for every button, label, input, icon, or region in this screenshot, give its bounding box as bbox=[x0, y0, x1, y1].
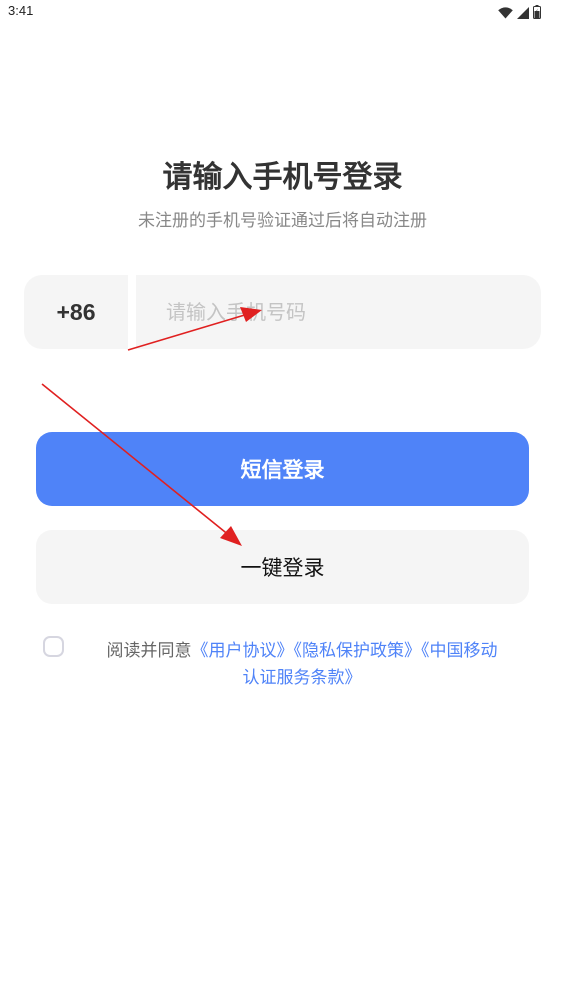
user-agreement-link[interactable]: 《用户协议》 bbox=[192, 641, 294, 661]
status-bar: 3:41 bbox=[0, 0, 565, 24]
agreement-text: 阅读并同意《用户协议》《隐私保护政策》《中国移动认证服务条款》 bbox=[82, 638, 522, 692]
phone-divider bbox=[128, 275, 136, 349]
sms-login-button[interactable]: 短信登录 bbox=[36, 432, 529, 506]
wifi-icon bbox=[498, 4, 513, 23]
agreement-checkbox[interactable] bbox=[43, 636, 64, 657]
agreement-prefix: 阅读并同意 bbox=[106, 641, 192, 661]
status-icons bbox=[498, 4, 541, 23]
one-click-login-button[interactable]: 一键登录 bbox=[36, 530, 529, 604]
sms-login-label: 短信登录 bbox=[240, 458, 325, 482]
phone-number-input[interactable] bbox=[154, 275, 524, 349]
page-subtitle: 未注册的手机号验证通过后将自动注册 bbox=[138, 211, 427, 231]
privacy-policy-link[interactable]: 《隐私保护政策》 bbox=[294, 641, 422, 661]
country-code-selector[interactable]: +86 bbox=[24, 275, 128, 349]
signal-icon bbox=[517, 4, 529, 23]
phone-input-row: +86 bbox=[24, 275, 541, 349]
login-page: 3:41 请输入手机号登录 未注册的手机号验证通过后将自动注册 +86 请输入手… bbox=[0, 0, 565, 1004]
page-title: 请输入手机号登录 bbox=[162, 160, 403, 195]
battery-icon bbox=[533, 4, 541, 23]
cmcc-terms-link-part1[interactable]: 《中国移动 bbox=[421, 641, 498, 661]
status-time: 3:41 bbox=[8, 3, 34, 18]
cmcc-terms-link-part2[interactable]: 认证服务条款》 bbox=[243, 668, 362, 688]
one-click-login-label: 一键登录 bbox=[240, 556, 325, 580]
